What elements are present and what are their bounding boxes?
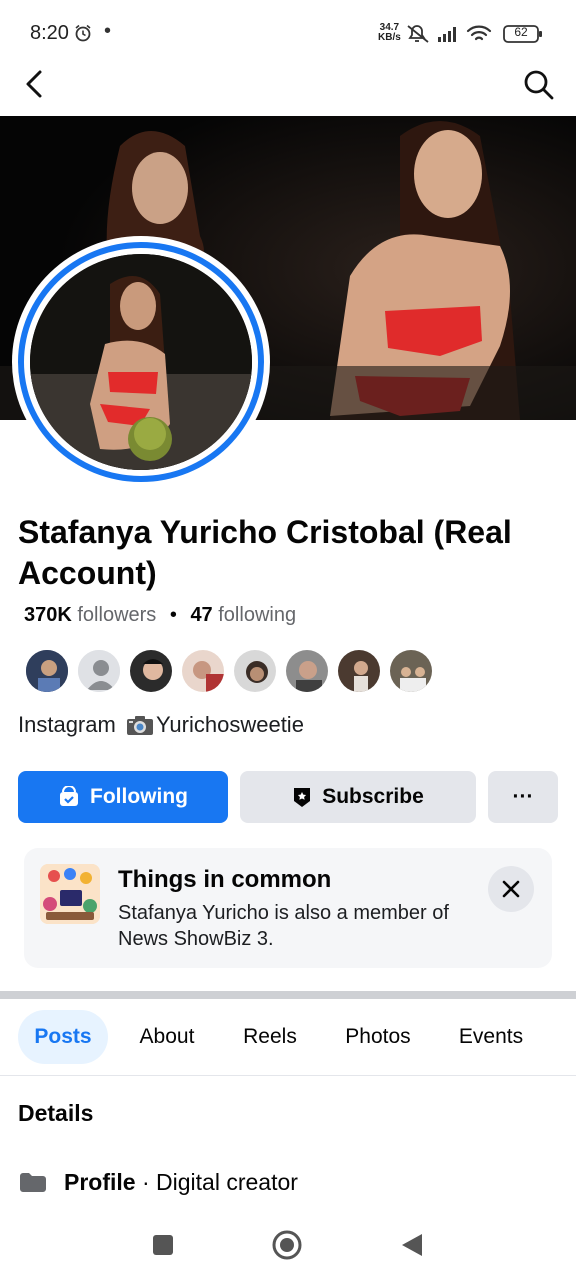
friend-avatar[interactable]	[24, 648, 70, 694]
following-label[interactable]: following	[218, 604, 296, 626]
alarm-icon	[74, 24, 92, 47]
things-in-common-card[interactable]: Things in common Stafanya Yuricho is als…	[24, 848, 552, 968]
tab-reels[interactable]: Reels	[230, 1010, 310, 1064]
friend-avatar[interactable]	[388, 648, 434, 694]
things-in-common-text: Stafanya Yuricho is also a member of New…	[118, 902, 449, 950]
detail-profile-category: Profile · Digital creator	[18, 1166, 298, 1198]
camera-icon	[126, 714, 154, 742]
tab-photos[interactable]: Photos	[330, 1010, 426, 1064]
search-icon[interactable]	[520, 66, 556, 102]
network-speed: 34.7 KB/s	[378, 23, 401, 43]
friend-avatar[interactable]	[336, 648, 382, 694]
followers-label[interactable]: followers	[77, 604, 156, 626]
following-button[interactable]: Following	[18, 771, 228, 823]
community-illustration-icon	[40, 864, 100, 924]
profile-tabs: Posts About Reels Photos Events	[0, 1010, 576, 1064]
status-time: 8:20	[30, 22, 69, 44]
more-options-button[interactable]: ···	[488, 771, 558, 823]
subscribe-button[interactable]: Subscribe	[240, 771, 476, 823]
status-dot: •	[104, 20, 112, 42]
system-nav-bar	[0, 1212, 576, 1280]
following-count[interactable]: 47	[190, 604, 212, 626]
signal-icon	[438, 27, 456, 42]
profile-category-icon	[18, 1170, 48, 1194]
back-nav-icon[interactable]	[400, 1232, 424, 1263]
things-in-common-title: Things in common	[118, 866, 332, 893]
network-speed-unit: KB/s	[378, 32, 401, 43]
subscribe-badge-icon	[292, 786, 312, 808]
tab-posts[interactable]: Posts	[18, 1010, 108, 1064]
status-bar: 8:20 • 34.7 KB/s 62	[0, 0, 576, 64]
bio: Instagram Yurichosweetie	[18, 712, 304, 742]
followers-count[interactable]: 370K	[24, 604, 72, 626]
following-check-icon	[58, 786, 80, 808]
following-button-label: Following	[90, 785, 188, 808]
home-icon[interactable]	[272, 1230, 302, 1265]
friend-avatar[interactable]	[128, 648, 174, 694]
recents-icon[interactable]	[152, 1234, 174, 1261]
tabs-divider	[0, 1075, 576, 1076]
friend-avatar[interactable]	[284, 648, 330, 694]
bio-prefix: Instagram	[18, 712, 116, 737]
stats-separator: •	[169, 604, 177, 626]
profile-label: Profile	[64, 1168, 136, 1195]
friend-avatar-default[interactable]	[76, 648, 122, 694]
mute-icon	[407, 25, 429, 43]
tab-about[interactable]: About	[124, 1010, 210, 1064]
profile-name: Stafanya Yuricho Cristobal (Real Account…	[18, 514, 512, 591]
details-heading: Details	[18, 1100, 94, 1126]
follow-stats: 370K followers • 47 following	[24, 604, 296, 627]
bio-handle: Yurichosweetie	[155, 712, 304, 737]
subscribe-button-label: Subscribe	[322, 785, 424, 808]
more-options-icon: ···	[512, 785, 534, 808]
status-icons: 62	[406, 22, 546, 51]
back-arrow-icon[interactable]	[20, 66, 52, 102]
avatar[interactable]	[30, 254, 252, 470]
section-divider	[0, 991, 576, 999]
friend-avatar[interactable]	[180, 648, 226, 694]
friend-avatar[interactable]	[232, 648, 278, 694]
profile-category-value: Digital creator	[156, 1168, 298, 1195]
battery-level: 62	[514, 25, 528, 39]
profile-separator: ·	[135, 1168, 157, 1195]
close-icon[interactable]	[488, 866, 534, 912]
wifi-icon	[466, 25, 492, 41]
tab-events[interactable]: Events	[446, 1010, 536, 1064]
